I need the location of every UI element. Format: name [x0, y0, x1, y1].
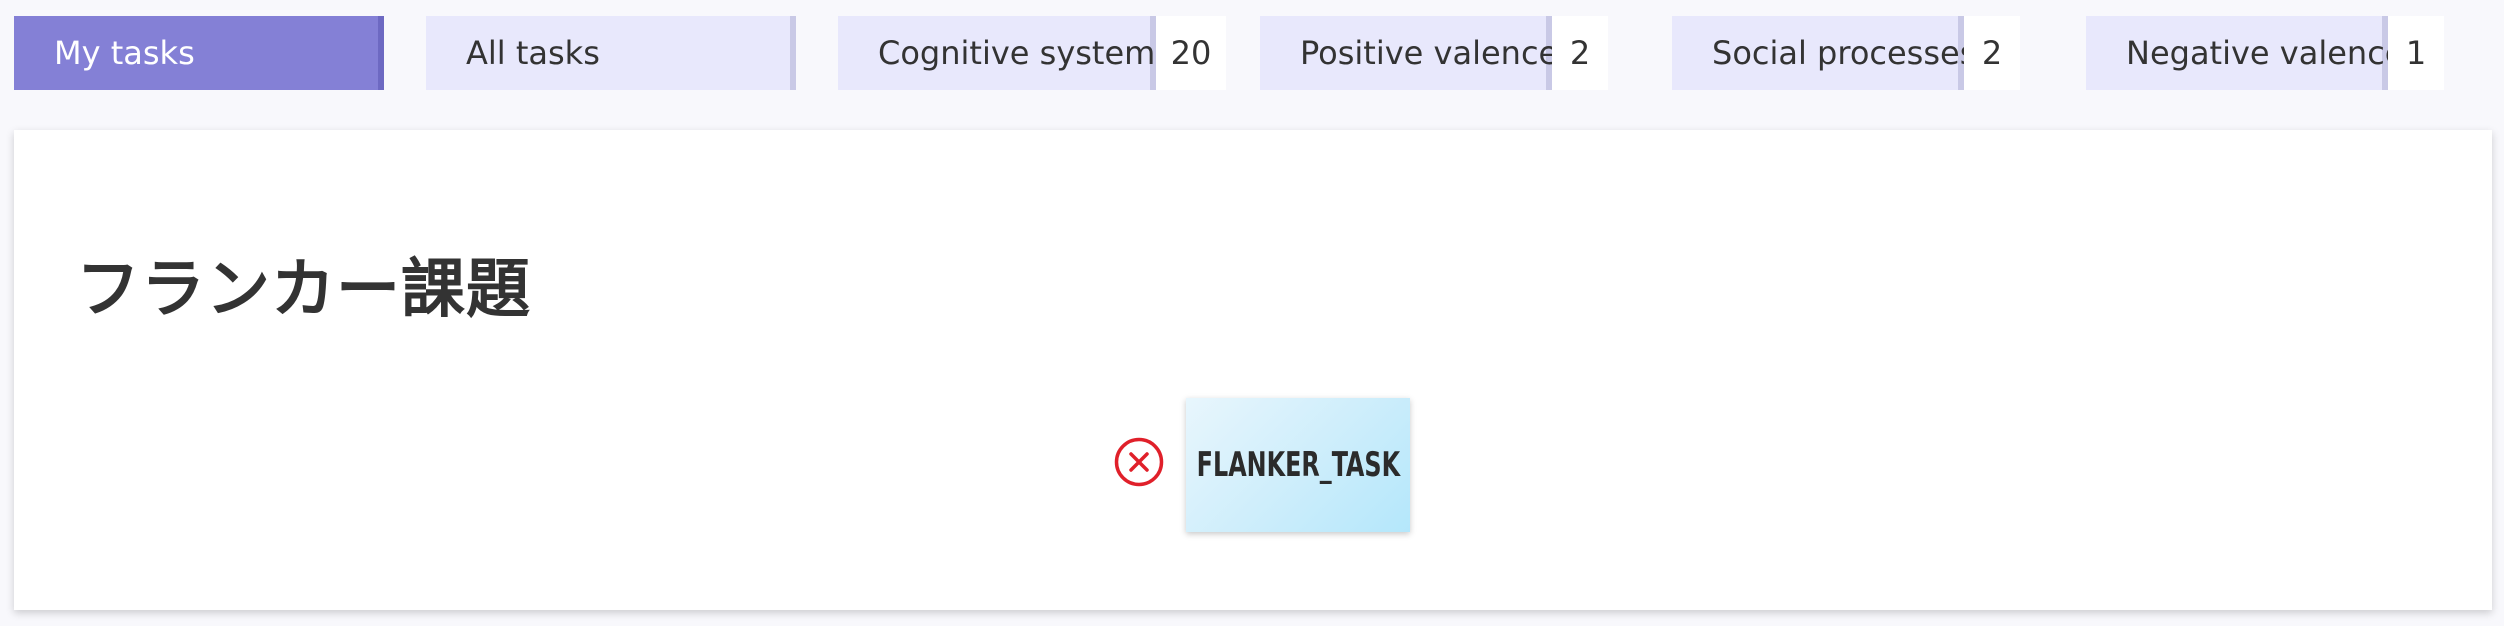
tab-social-processes[interactable]: Social processes 2 — [1672, 16, 2020, 90]
tab-positive-valence[interactable]: Positive valence 2 — [1260, 16, 1608, 90]
tab-label: My tasks — [14, 16, 384, 90]
card-title: フランカー課題 — [76, 253, 531, 327]
close-circle-icon — [1114, 437, 1164, 487]
task-chip-label: FLANKER_TASK — [1196, 445, 1400, 485]
task-card: フランカー課題 FLANKER_TASK — [14, 130, 2492, 610]
task-chip-flanker[interactable]: FLANKER_TASK — [1186, 398, 1410, 532]
tab-all-tasks[interactable]: All tasks — [426, 16, 796, 90]
category-tab-bar: My tasks All tasks Cognitive systems 20 … — [0, 0, 2504, 110]
tab-count-badge: 2 — [1552, 16, 1608, 90]
tab-label: Negative valence — [2086, 16, 2404, 90]
tab-label: All tasks — [426, 16, 796, 90]
tab-label: Cognitive systems — [838, 16, 1172, 90]
tab-negative-valence[interactable]: Negative valence 1 — [2086, 16, 2444, 90]
tab-my-tasks[interactable]: My tasks — [14, 16, 384, 90]
tab-label: Positive valence — [1260, 16, 1558, 90]
tab-count-badge: 2 — [1964, 16, 2020, 90]
tab-cognitive-systems[interactable]: Cognitive systems 20 — [838, 16, 1226, 90]
tab-count-badge: 20 — [1156, 16, 1226, 90]
remove-task-button[interactable] — [1114, 437, 1164, 487]
tab-label: Social processes — [1672, 16, 1976, 90]
tab-count-badge: 1 — [2388, 16, 2444, 90]
